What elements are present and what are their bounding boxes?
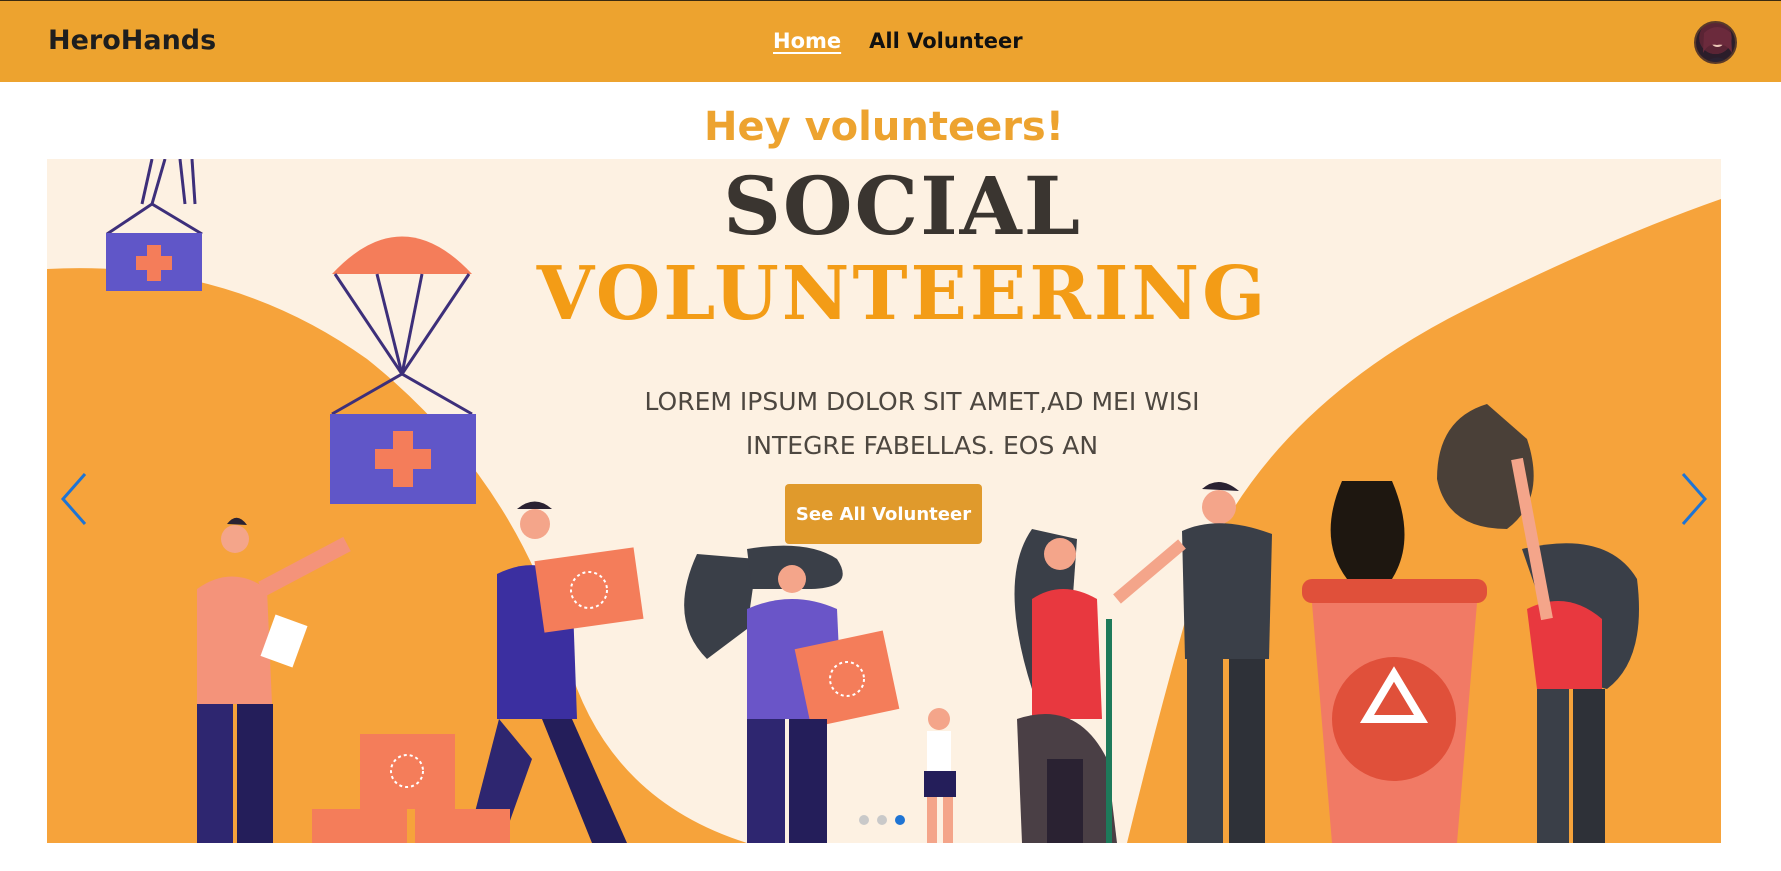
- slide-text-line2: INTEGRE FABELLAS. EOS AN: [745, 431, 1099, 460]
- user-avatar[interactable]: [1694, 21, 1737, 64]
- carousel-indicator-2[interactable]: [877, 815, 887, 825]
- hero-heading: Hey volunteers!: [704, 104, 1064, 150]
- chevron-left-icon: [61, 473, 87, 525]
- nav-link-all-volunteer[interactable]: All Volunteer: [869, 29, 1022, 53]
- nav-link-home[interactable]: Home: [773, 29, 841, 53]
- brand-logo[interactable]: HeroHands: [48, 25, 216, 56]
- slide-title-line1: SOCIAL: [723, 159, 1082, 253]
- chevron-right-icon: [1681, 473, 1707, 525]
- carousel-next-button[interactable]: [1673, 469, 1713, 529]
- carousel-indicator-3[interactable]: [895, 815, 905, 825]
- slide-title-line2: VOLUNTEERING: [536, 251, 1269, 337]
- nav-links: Home All Volunteer: [773, 29, 1023, 53]
- slide-description: LOREM IPSUM DOLOR SIT AMET,AD MEI WISI I…: [582, 380, 1262, 468]
- navbar: HeroHands Home All Volunteer: [0, 0, 1781, 82]
- carousel-indicator-1[interactable]: [859, 815, 869, 825]
- carousel-prev-button[interactable]: [55, 469, 95, 529]
- see-all-volunteer-button[interactable]: See All Volunteer: [785, 484, 982, 544]
- carousel-indicators: [859, 815, 905, 825]
- slide-text-line1: LOREM IPSUM DOLOR SIT AMET,AD MEI WISI: [644, 387, 1200, 416]
- hero-carousel: SOCIAL VOLUNTEERING LOREM IPSUM DOLOR SI…: [47, 159, 1721, 843]
- avatar-icon: [1703, 27, 1732, 62]
